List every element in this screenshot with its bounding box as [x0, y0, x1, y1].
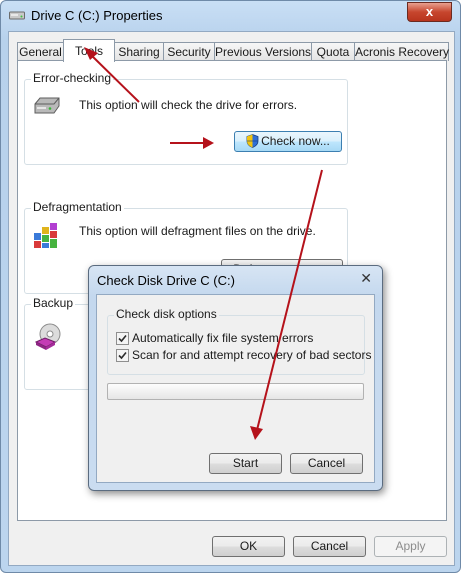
start-button[interactable]: Start	[209, 453, 282, 474]
defragmentation-title: Defragmentation	[31, 200, 124, 214]
scan-recovery-checkbox[interactable]	[116, 349, 129, 362]
tab-quota[interactable]: Quota	[311, 42, 355, 61]
auto-fix-checkbox[interactable]	[116, 332, 129, 345]
tab-previous-versions[interactable]: Previous Versions	[214, 42, 312, 61]
close-icon[interactable]: ✕	[360, 270, 372, 287]
check-disk-title: Check Disk Drive C (C:)	[97, 273, 235, 288]
tab-tools[interactable]: Tools	[63, 39, 115, 62]
dialog-cancel-button[interactable]: Cancel	[290, 453, 363, 474]
scan-recovery-label: Scan for and attempt recovery of bad sec…	[132, 348, 372, 362]
backup-title: Backup	[31, 296, 76, 310]
apply-button[interactable]: Apply	[374, 536, 447, 557]
title-bar[interactable]: Drive C (C:) Properties x	[1, 1, 460, 31]
check-disk-dialog: Check Disk Drive C (C:) ✕ Check disk opt…	[88, 265, 383, 491]
defragmentation-description: This option will defragment files on the…	[79, 224, 316, 238]
tab-acronis-recovery[interactable]: Acronis Recovery	[354, 42, 449, 61]
hard-drive-icon	[34, 97, 60, 114]
error-checking-description: This option will check the drive for err…	[79, 98, 298, 112]
auto-fix-label: Automatically fix file system errors	[132, 331, 314, 345]
check-now-label: Check now...	[261, 134, 330, 148]
ok-button[interactable]: OK	[212, 536, 285, 557]
drive-icon	[9, 11, 25, 20]
window-title: Drive C (C:) Properties	[31, 8, 163, 23]
tab-security[interactable]: Security	[163, 42, 215, 61]
defrag-icon	[34, 223, 57, 248]
tab-sharing[interactable]: Sharing	[114, 42, 164, 61]
cancel-button[interactable]: Cancel	[293, 536, 366, 557]
window-close-button[interactable]: x	[407, 2, 452, 22]
error-checking-group: Error-checking This option will check th…	[24, 71, 348, 165]
check-now-button[interactable]: Check now...	[234, 131, 342, 152]
check-disk-progress-bar	[107, 383, 364, 400]
tab-general[interactable]: General	[17, 42, 64, 61]
check-disk-client: Check disk options Automatically fix fil…	[96, 294, 375, 483]
error-checking-title: Error-checking	[31, 71, 114, 85]
backup-icon	[34, 323, 61, 350]
checkmark-icon	[118, 334, 127, 343]
check-disk-options-title: Check disk options	[114, 307, 219, 321]
uac-shield-icon	[246, 134, 259, 148]
check-disk-options-group: Check disk options Automatically fix fil…	[107, 307, 371, 375]
checkmark-icon	[118, 351, 127, 360]
